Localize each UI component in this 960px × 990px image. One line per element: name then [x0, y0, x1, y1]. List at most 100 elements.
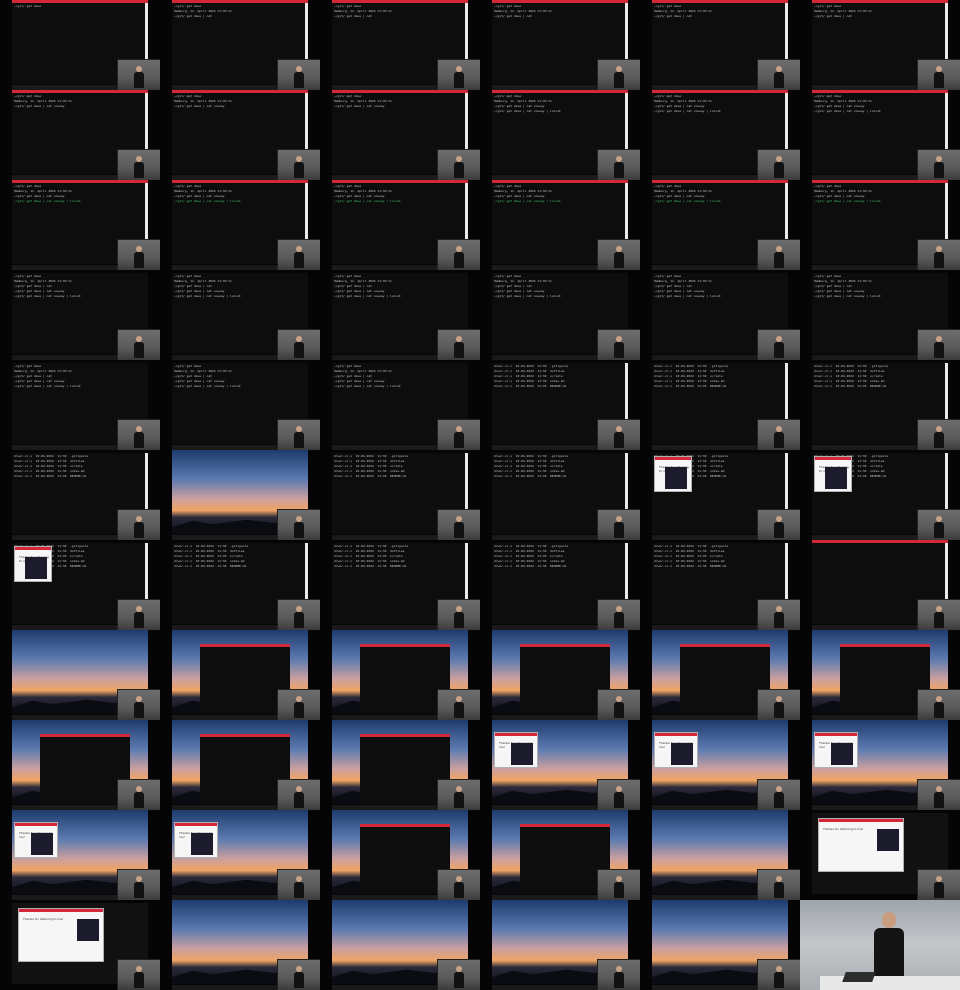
thumbnail[interactable]: drwxr-xr-x 10.04.2024 11:30 .gitignoredr…: [480, 360, 640, 450]
thumbnail[interactable]: [0, 720, 160, 810]
thumbnail[interactable]: ~/git/ get dave Hamburg, 11. April 2024 1…: [800, 90, 960, 180]
thumbnail[interactable]: [160, 450, 320, 540]
terminal-line: ~/git/ get dave | cat cowsay | lolcat: [654, 199, 721, 203]
thumbnail[interactable]: ~/git/ get dave Hamburg, 11. April 2024 1…: [640, 180, 800, 270]
thumbnail[interactable]: ~/git/ get dave Hamburg, 11. April 2024 1…: [480, 0, 640, 90]
thumbnail[interactable]: [640, 900, 800, 990]
presenter: [614, 336, 624, 358]
thumbnail[interactable]: [320, 720, 480, 810]
thumbnail[interactable]: ~/git/ get dave Hamburg, 11. April 2024 1…: [0, 270, 160, 360]
thumbnail[interactable]: [800, 630, 960, 720]
thumbnail[interactable]: [320, 630, 480, 720]
thanks-dialog[interactable]: Thanks for listening to me!: [814, 732, 858, 768]
thanks-dialog[interactable]: Thanks for listening to me!: [18, 908, 104, 962]
thumbnail[interactable]: [640, 630, 800, 720]
presenter-torso: [774, 162, 784, 178]
webcam-overlay: [757, 329, 800, 360]
thumbnail[interactable]: [320, 810, 480, 900]
thumbnail[interactable]: ~/git/ get dave Hamburg, 11. April 2024 1…: [640, 90, 800, 180]
thanks-dialog[interactable]: Thanks for listening to me!: [14, 822, 58, 858]
thumbnail[interactable]: drwxr-xr-x 10.04.2024 11:30 .gitignoredr…: [800, 450, 960, 540]
terminal-text: ~/git/ get dave Hamburg, 11. April 2024 1…: [14, 184, 142, 204]
thumbnail[interactable]: ~/git/ get dave Hamburg, 11. April 2024 1…: [320, 0, 480, 90]
thumbnail[interactable]: Thanks for listening to me!: [480, 720, 640, 810]
thumbnail[interactable]: [480, 900, 640, 990]
thumbnail[interactable]: drwxr-xr-x 10.04.2024 11:30 .gitignoredr…: [640, 540, 800, 630]
thanks-dialog[interactable]: Thanks for listening to me!: [174, 822, 218, 858]
thumbnail[interactable]: ~/git/ get dave Hamburg, 11. April 2024 1…: [160, 90, 320, 180]
thumbnail[interactable]: ~/git/ get dave Hamburg, 11. April 2024 1…: [320, 180, 480, 270]
presenter: [614, 876, 624, 898]
thumbnail[interactable]: ~/git/ get dave Hamburg, 11. April 2024 1…: [480, 270, 640, 360]
thumbnail[interactable]: [480, 630, 640, 720]
thumbnail[interactable]: ~/git/ get dave Hamburg, 11. April 2024 1…: [640, 0, 800, 90]
thumbnail[interactable]: [0, 630, 160, 720]
presenter: [134, 696, 144, 718]
presenter: [454, 426, 464, 448]
thumbnail[interactable]: drwxr-xr-x 10.04.2024 11:30 .gitignoredr…: [320, 450, 480, 540]
thumbnail[interactable]: ~/git/ get dave Hamburg, 11. April 2024 1…: [160, 180, 320, 270]
thumbnail[interactable]: Thanks for listening to me!: [800, 810, 960, 900]
thumbnail[interactable]: Thanks for listening to me!: [0, 900, 160, 990]
thumbnail[interactable]: Thanks for listening to me!: [160, 810, 320, 900]
thumbnail[interactable]: ~/git/ get dave Hamburg, 11. April 2024 1…: [320, 360, 480, 450]
thumbnail[interactable]: ~/git/ get dave Hamburg, 11. April 2024 1…: [800, 180, 960, 270]
thumbnail[interactable]: drwxr-xr-x 10.04.2024 11:30 .gitignoredr…: [480, 540, 640, 630]
thumbnail[interactable]: ~/git/ get dave Hamburg, 11. April 2024 1…: [160, 0, 320, 90]
thumbnail[interactable]: [160, 720, 320, 810]
thumbnail[interactable]: drwxr-xr-x 10.04.2024 11:30 .gitignoredr…: [0, 450, 160, 540]
thumbnail[interactable]: [800, 900, 960, 990]
thumbnail[interactable]: Thanks for listening to me!: [0, 810, 160, 900]
thumbnail[interactable]: [320, 900, 480, 990]
terminal-text: ~/git/ get dave: [14, 4, 142, 9]
thanks-dialog[interactable]: Thanks for listening to me!: [494, 732, 538, 768]
code-line: ~/git/ get dave | cat cowsay | lolcat: [494, 294, 561, 298]
thumbnail[interactable]: ~/git/ get dave Hamburg, 11. April 2024 1…: [800, 0, 960, 90]
webcam-overlay: [437, 419, 480, 450]
thanks-dialog[interactable]: Thanks for listening to me!: [654, 732, 698, 768]
thumbnail[interactable]: ~/git/ get dave: [0, 0, 160, 90]
presenter: [614, 696, 624, 718]
presenter: [294, 246, 304, 268]
thumbnail[interactable]: drwxr-xr-x 10.04.2024 11:30 .gitignoredr…: [640, 450, 800, 540]
webcam-overlay: [437, 959, 480, 990]
thumbnail[interactable]: ~/git/ get dave Hamburg, 11. April 2024 1…: [0, 180, 160, 270]
thanks-dialog[interactable]: Thanks for listening to me!: [654, 456, 692, 492]
webcam-overlay: [277, 779, 320, 810]
thumbnail[interactable]: [160, 630, 320, 720]
thumbnail[interactable]: drwxr-xr-x 10.04.2024 11:30 .gitignoredr…: [640, 360, 800, 450]
thumbnail[interactable]: drwxr-xr-x 10.04.2024 11:30 .gitignoredr…: [480, 450, 640, 540]
presenter: [934, 696, 944, 718]
webcam-overlay: [117, 149, 160, 180]
thumbnail[interactable]: ~/git/ get dave Hamburg, 11. April 2024 1…: [160, 270, 320, 360]
presenter: [874, 912, 904, 982]
thumbnail[interactable]: ~/git/ get dave Hamburg, 11. April 2024 1…: [0, 360, 160, 450]
thanks-dialog[interactable]: Thanks for listening to me!: [814, 456, 852, 492]
thanks-dialog[interactable]: Thanks for listening to me!: [818, 818, 904, 872]
thumbnail[interactable]: [800, 540, 960, 630]
thumbnail[interactable]: drwxr-xr-x 10.04.2024 11:30 .gitignoredr…: [800, 360, 960, 450]
thumbnail[interactable]: ~/git/ get dave Hamburg, 11. April 2024 1…: [320, 90, 480, 180]
thumbnail[interactable]: Thanks for listening to me!: [640, 720, 800, 810]
thanks-dialog[interactable]: Thanks for listening to me!: [14, 546, 52, 582]
thumbnail[interactable]: ~/git/ get dave Hamburg, 11. April 2024 1…: [640, 270, 800, 360]
presenter-torso: [454, 882, 464, 898]
presenter: [454, 336, 464, 358]
thumbnail[interactable]: drwxr-xr-x 10.04.2024 11:30 .gitignoredr…: [160, 540, 320, 630]
thumbnail[interactable]: [480, 810, 640, 900]
terminal-text: ~/git/ get dave Hamburg, 11. April 2024 1…: [14, 94, 142, 109]
thumbnail[interactable]: ~/git/ get dave Hamburg, 11. April 2024 1…: [160, 360, 320, 450]
thumbnail[interactable]: [160, 900, 320, 990]
thumbnail[interactable]: ~/git/ get dave Hamburg, 11. April 2024 1…: [480, 180, 640, 270]
terminal-text: ~/git/ get dave Hamburg, 11. April 2024 1…: [654, 4, 782, 19]
thumbnail[interactable]: ~/git/ get dave Hamburg, 11. April 2024 1…: [480, 90, 640, 180]
directory-listing: drwxr-xr-x 10.04.2024 11:30 .gitignoredr…: [334, 454, 462, 479]
code-text: ~/git/ get dave Hamburg, 11. April 2024 1…: [334, 274, 462, 299]
thumbnail[interactable]: Thanks for listening to me!: [800, 720, 960, 810]
thumbnail[interactable]: drwxr-xr-x 10.04.2024 11:30 .gitignoredr…: [320, 540, 480, 630]
thumbnail[interactable]: [640, 810, 800, 900]
thumbnail[interactable]: drwxr-xr-x 10.04.2024 11:30 .gitignoredr…: [0, 540, 160, 630]
thumbnail[interactable]: ~/git/ get dave Hamburg, 11. April 2024 1…: [800, 270, 960, 360]
thumbnail[interactable]: ~/git/ get dave Hamburg, 11. April 2024 1…: [0, 90, 160, 180]
thumbnail[interactable]: ~/git/ get dave Hamburg, 11. April 2024 1…: [320, 270, 480, 360]
